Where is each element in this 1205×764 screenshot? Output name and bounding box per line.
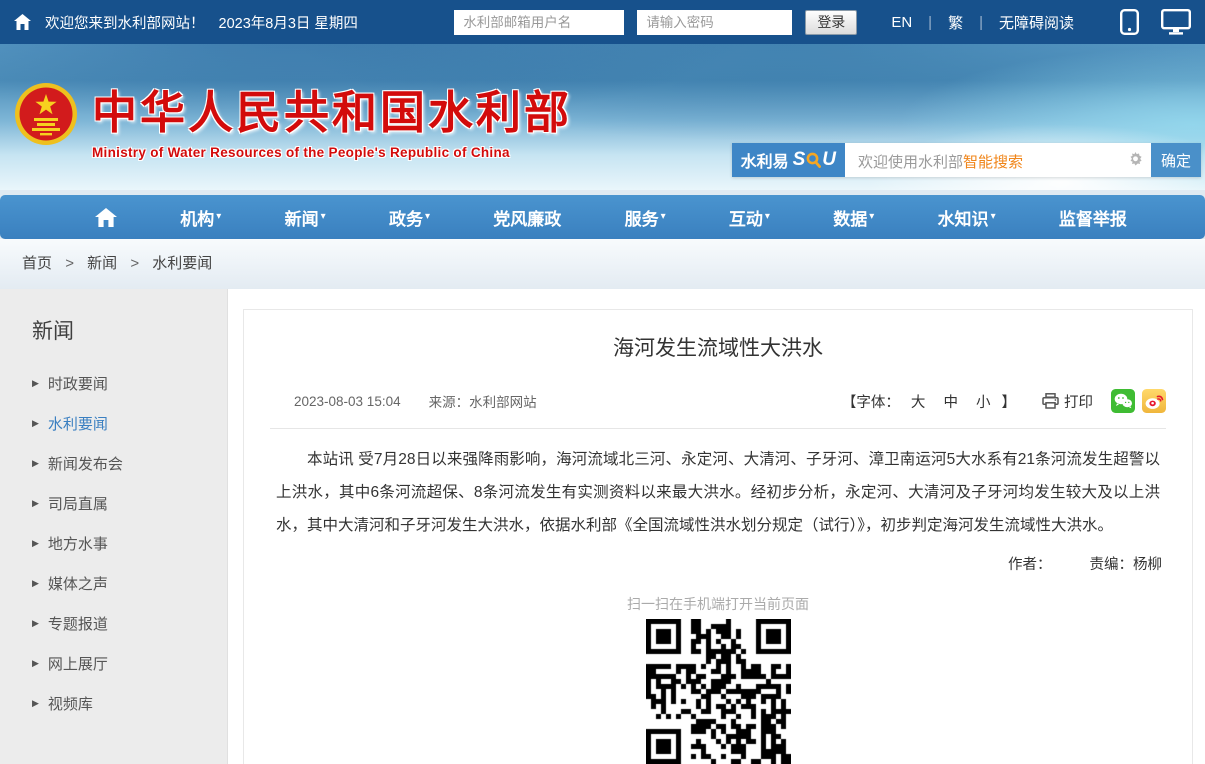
nav-home[interactable] [95, 208, 117, 227]
nav-item-hudong[interactable]: 互动 [729, 205, 770, 230]
accessibility-link[interactable]: 无障碍阅读 [999, 12, 1074, 33]
fontsize-small[interactable]: 小 [976, 395, 991, 411]
sidebar-item-wangshang[interactable]: ▶网上展厅 [32, 643, 227, 683]
breadcrumb: 首页 > 新闻 > 水利要闻 [0, 239, 1205, 289]
font-size-control: 【字体： 大 中 小 】 [842, 391, 1016, 412]
nav-home-icon [95, 208, 117, 227]
search-brand-s: S [793, 149, 806, 171]
topbar-date: 2023年8月3日 星期四 [219, 12, 358, 33]
lang-traditional-link[interactable]: 繁 [948, 12, 963, 33]
topbar-separator: | [979, 14, 983, 31]
search-brand-u: U [822, 149, 836, 171]
breadcrumb-separator: > [65, 255, 74, 272]
login-button[interactable]: 登录 [805, 10, 857, 35]
triangle-icon: ▶ [32, 418, 39, 429]
sidebar-item-shuili-active[interactable]: ▶水利要闻 [32, 403, 227, 443]
nav-item-jigou[interactable]: 机构 [180, 205, 221, 230]
welcome-text: 欢迎您来到水利部网站！ [45, 12, 205, 33]
author-label: 作者： [1008, 557, 1052, 573]
gear-icon[interactable] [1128, 152, 1143, 167]
breadcrumb-current: 水利要闻 [152, 255, 212, 272]
breadcrumb-home[interactable]: 首页 [22, 255, 52, 272]
nav-item-xinwen[interactable]: 新闻 [285, 205, 326, 230]
triangle-icon: ▶ [32, 658, 39, 669]
main-nav-wrap: 机构 新闻 政务 党风廉政 服务 互动 数据 水知识 监督举报 [0, 190, 1205, 239]
search-bar: 水利易 S U 欢迎使用水利部智能搜索 确定 [732, 143, 1201, 177]
sidebar-item-meiti[interactable]: ▶媒体之声 [32, 563, 227, 603]
nav-item-fuwu[interactable]: 服务 [625, 205, 666, 230]
sidebar-item-siju[interactable]: ▶司局直属 [32, 483, 227, 523]
main-panel: 海河发生流域性大洪水 2023-08-03 15:04 来源：水利部网站 【字体… [228, 289, 1205, 764]
fontsize-close: 】 [1002, 395, 1017, 411]
sidebar-title: 新闻 [32, 315, 227, 345]
print-button[interactable]: 打印 [1042, 391, 1093, 412]
site-subtitle: Ministry of Water Resources of the Peopl… [92, 145, 572, 160]
meta-divider [270, 428, 1166, 429]
nav-item-shuizhishi[interactable]: 水知识 [938, 205, 996, 230]
top-utility-bar: 欢迎您来到水利部网站！ 2023年8月3日 星期四 登录 EN | 繁 | 无障… [0, 0, 1205, 44]
article-title: 海河发生流域性大洪水 [270, 332, 1166, 362]
search-brand-prefix: 水利易 [741, 148, 789, 172]
search-brand-label: 水利易 S U [732, 143, 845, 177]
qr-code [646, 619, 791, 764]
printer-icon [1042, 393, 1059, 409]
triangle-icon: ▶ [32, 578, 39, 589]
article-box: 海河发生流域性大洪水 2023-08-03 15:04 来源：水利部网站 【字体… [243, 309, 1193, 764]
breadcrumb-separator: > [130, 255, 139, 272]
magnifier-icon [806, 152, 821, 168]
qr-section: 扫一扫在手机端打开当前页面 [270, 594, 1166, 764]
qr-caption: 扫一扫在手机端打开当前页面 [270, 594, 1166, 614]
sidebar-item-zhuanti[interactable]: ▶专题报道 [32, 603, 227, 643]
editor-label: 责编：杨柳 [1090, 557, 1163, 573]
article-body: 本站讯 受7月28日以来强降雨影响，海河流域北三河、永定河、大清河、子牙河、漳卫… [276, 443, 1160, 542]
search-submit-button[interactable]: 确定 [1151, 143, 1201, 177]
triangle-icon: ▶ [32, 458, 39, 469]
article-source: 来源：水利部网站 [429, 391, 537, 411]
article-date: 2023-08-03 15:04 [294, 394, 401, 409]
fontsize-open: 【字体： [842, 395, 900, 411]
national-emblem-icon [14, 82, 78, 146]
triangle-icon: ▶ [32, 538, 39, 549]
nav-item-zhengwu[interactable]: 政务 [389, 205, 430, 230]
header-banner: 中华人民共和国水利部 Ministry of Water Resources o… [0, 44, 1205, 190]
triangle-icon: ▶ [32, 618, 39, 629]
mail-password-input[interactable] [637, 10, 792, 35]
topbar-separator: | [928, 14, 932, 31]
fontsize-medium[interactable]: 中 [943, 395, 958, 411]
nav-item-dangfeng[interactable]: 党风廉政 [493, 205, 561, 230]
main-nav: 机构 新闻 政务 党风廉政 服务 互动 数据 水知识 监督举报 [0, 195, 1205, 239]
fontsize-large[interactable]: 大 [911, 395, 926, 411]
weibo-share-icon[interactable] [1142, 389, 1166, 413]
mail-username-input[interactable] [454, 10, 624, 35]
byline: 作者： 责编：杨柳 [270, 553, 1166, 574]
sidebar-item-difang[interactable]: ▶地方水事 [32, 523, 227, 563]
home-icon[interactable] [14, 14, 31, 30]
wechat-share-icon[interactable] [1111, 389, 1135, 413]
triangle-icon: ▶ [32, 698, 39, 709]
triangle-icon: ▶ [32, 498, 39, 509]
sidebar-item-fabuhui[interactable]: ▶新闻发布会 [32, 443, 227, 483]
nav-item-jiandu[interactable]: 监督举报 [1059, 205, 1127, 230]
desktop-version-icon[interactable] [1161, 9, 1191, 35]
triangle-icon: ▶ [32, 378, 39, 389]
search-input[interactable] [845, 143, 1151, 177]
site-title: 中华人民共和国水利部 [92, 76, 572, 141]
sidebar-item-shipin[interactable]: ▶视频库 [32, 683, 227, 723]
article-meta-row: 2023-08-03 15:04 来源：水利部网站 【字体： 大 中 小 】 打… [270, 389, 1166, 413]
breadcrumb-news[interactable]: 新闻 [87, 255, 117, 272]
lang-en-link[interactable]: EN [891, 14, 912, 31]
mobile-version-icon[interactable] [1120, 9, 1139, 35]
sidebar-item-shizheng[interactable]: ▶时政要闻 [32, 363, 227, 403]
sidebar: 新闻 ▶时政要闻 ▶水利要闻 ▶新闻发布会 ▶司局直属 ▶地方水事 ▶媒体之声 … [0, 289, 228, 764]
nav-item-shuju[interactable]: 数据 [833, 205, 874, 230]
